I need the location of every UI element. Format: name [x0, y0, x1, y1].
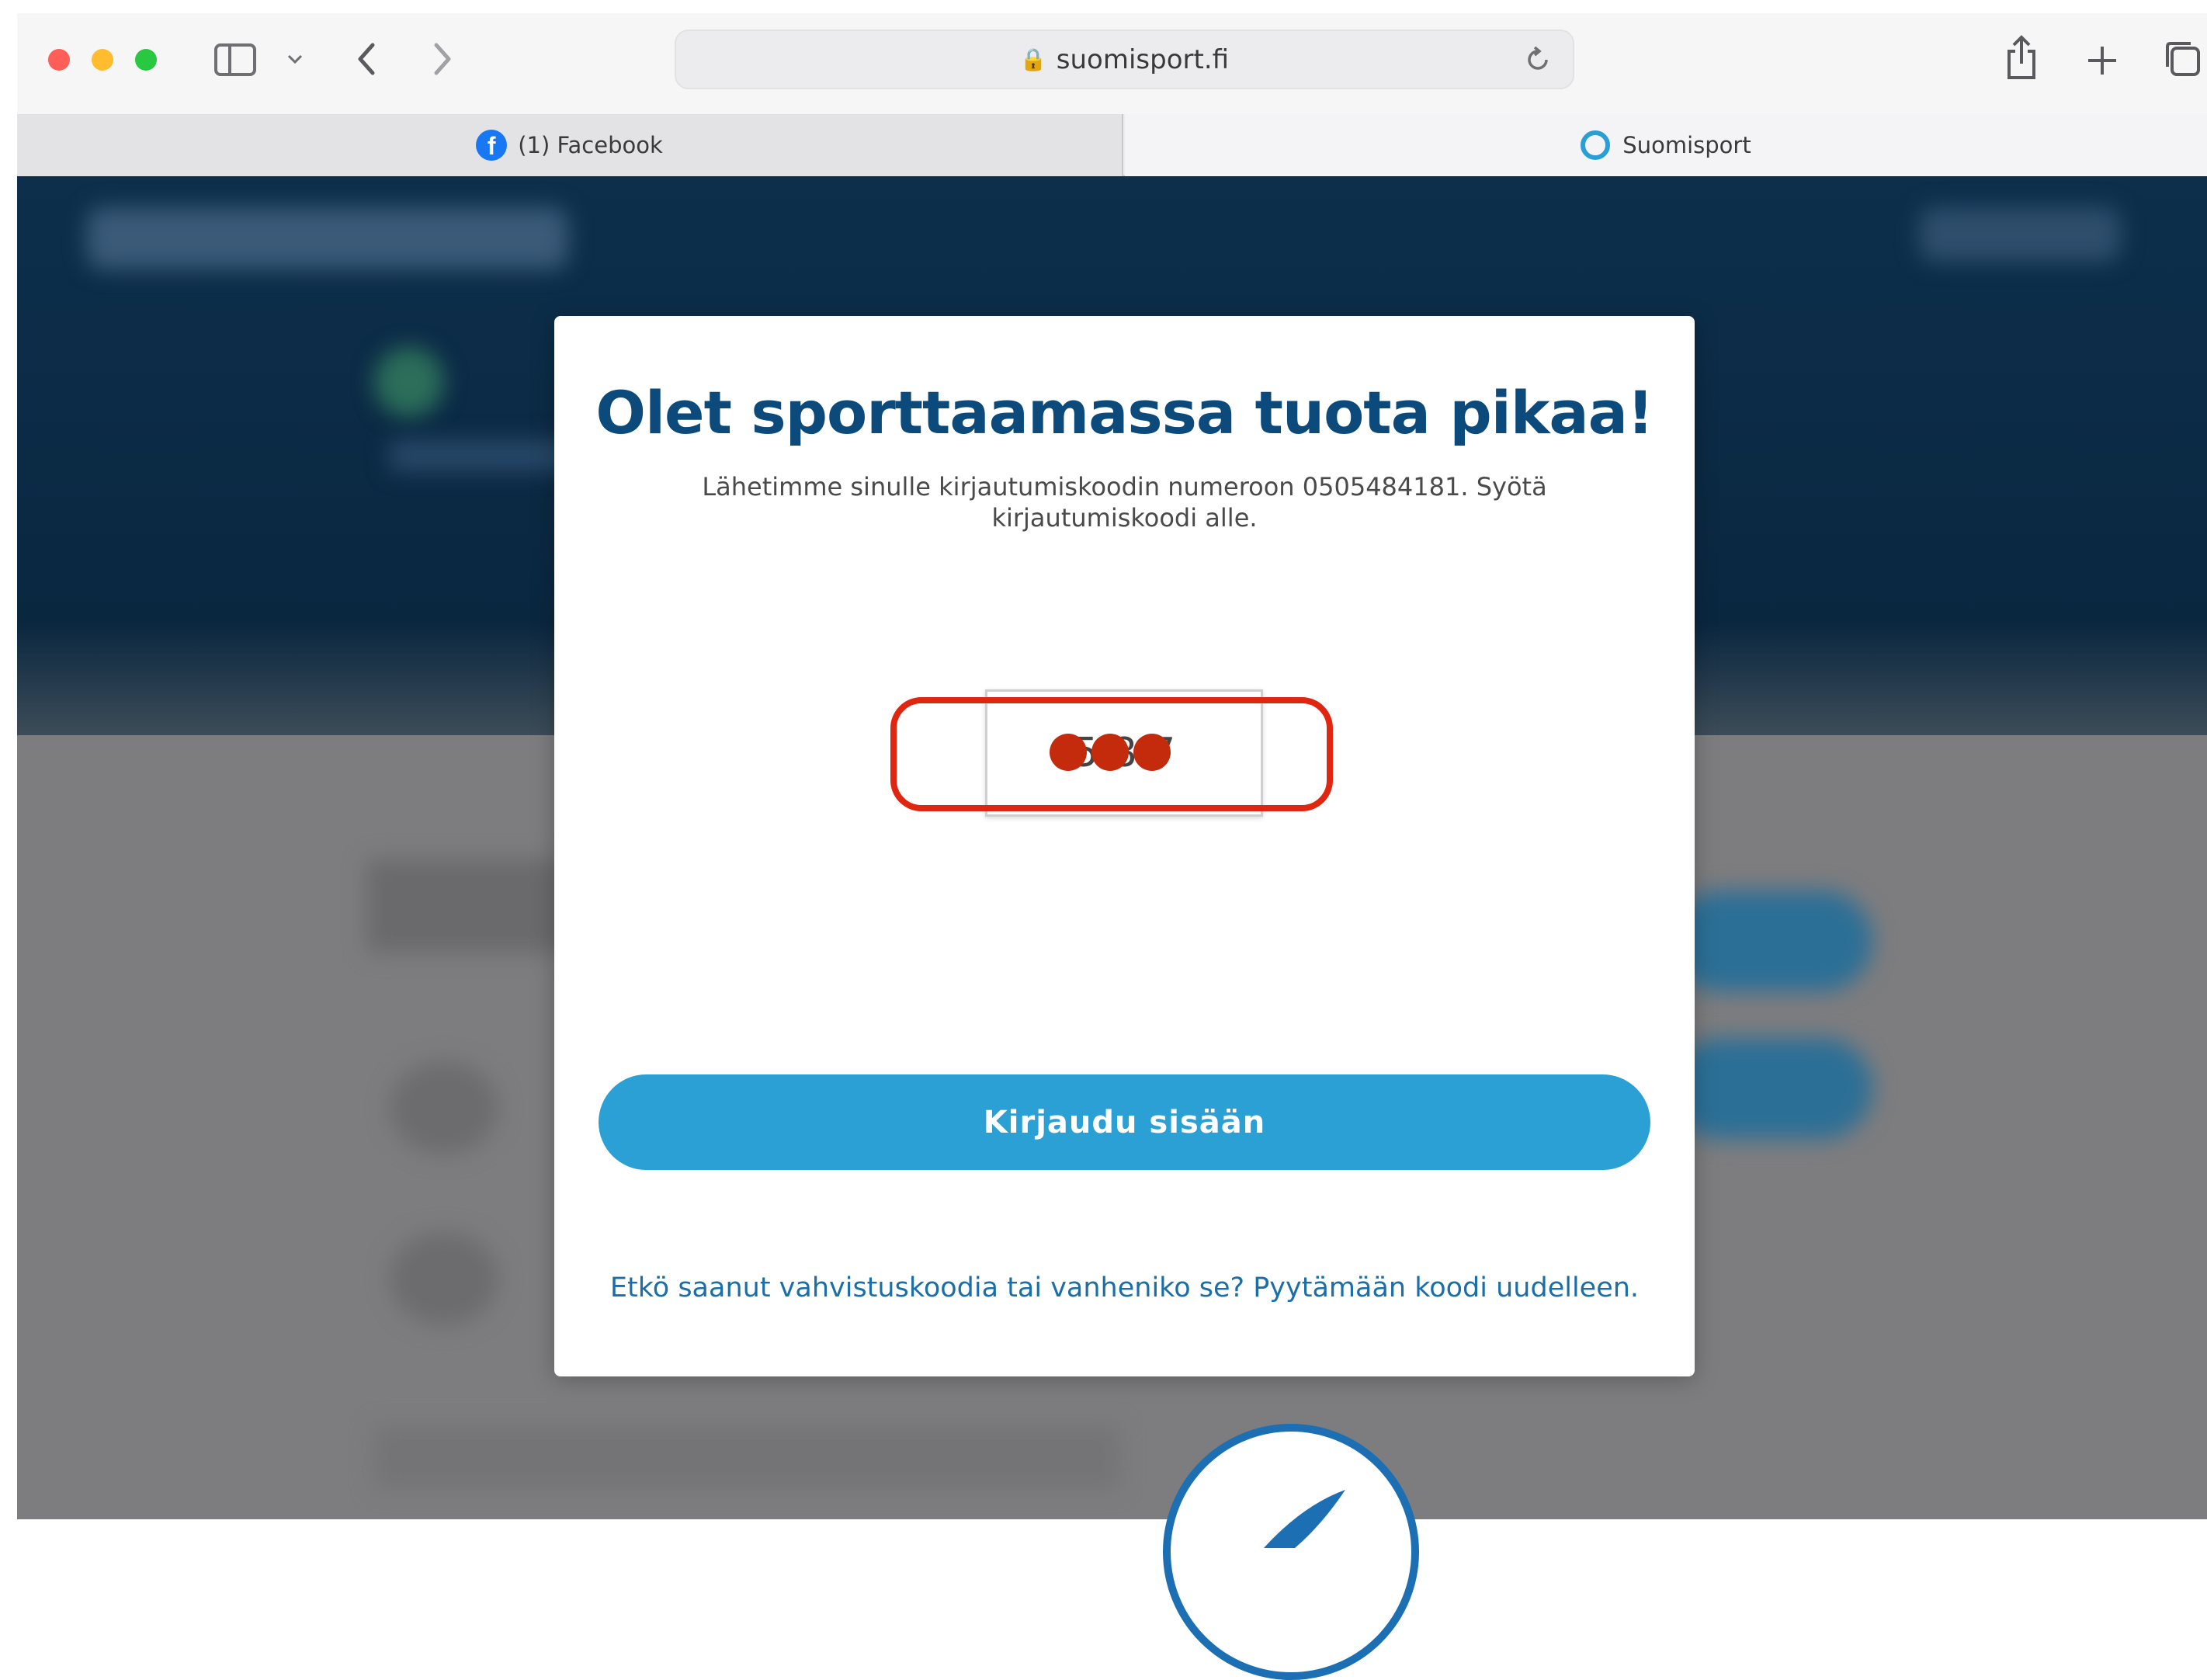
tabs-icon[interactable] [2163, 39, 2203, 79]
facebook-icon: f [476, 130, 508, 161]
suomisport-icon [1581, 130, 1611, 160]
annotation-highlight-box [890, 697, 1333, 811]
address-bar[interactable]: 🔒 suomisport.fi [675, 30, 1574, 89]
lock-icon: 🔒 [1019, 47, 1047, 72]
tab-suomisport[interactable]: Suomisport [1125, 114, 2207, 176]
maximize-window-button[interactable] [135, 49, 157, 71]
tab-label: (1) Facebook [518, 132, 663, 158]
tab-label: Suomisport [1622, 132, 1751, 158]
tab-facebook[interactable]: f (1) Facebook [17, 114, 1123, 176]
share-icon[interactable] [2004, 34, 2039, 82]
login-button-label: Kirjaudu sisään [983, 1104, 1266, 1140]
suomisport-logo [1163, 1424, 1419, 1680]
login-code-modal: Olet sporttaamassa tuota pikaa! Lähetimm… [554, 316, 1695, 1376]
minimize-window-button[interactable] [92, 49, 113, 71]
url-text: suomisport.fi [1056, 43, 1230, 75]
close-window-button[interactable] [48, 49, 70, 71]
plus-icon[interactable] [2085, 43, 2119, 78]
back-icon[interactable] [354, 40, 377, 78]
modal-title: Olet sporttaamassa tuota pikaa! [595, 378, 1654, 447]
modal-description: Lähetimme sinulle kirjautumiskoodin nume… [702, 472, 1547, 533]
sidebar-icon[interactable] [214, 43, 256, 76]
forward-icon[interactable] [432, 40, 455, 78]
resend-code-link[interactable]: Etkö saanut vahvistuskoodia tai vanhenik… [554, 1272, 1695, 1303]
reload-icon[interactable] [1523, 45, 1553, 75]
chevron-down-icon[interactable] [286, 51, 304, 67]
login-button[interactable]: Kirjaudu sisään [599, 1074, 1650, 1170]
